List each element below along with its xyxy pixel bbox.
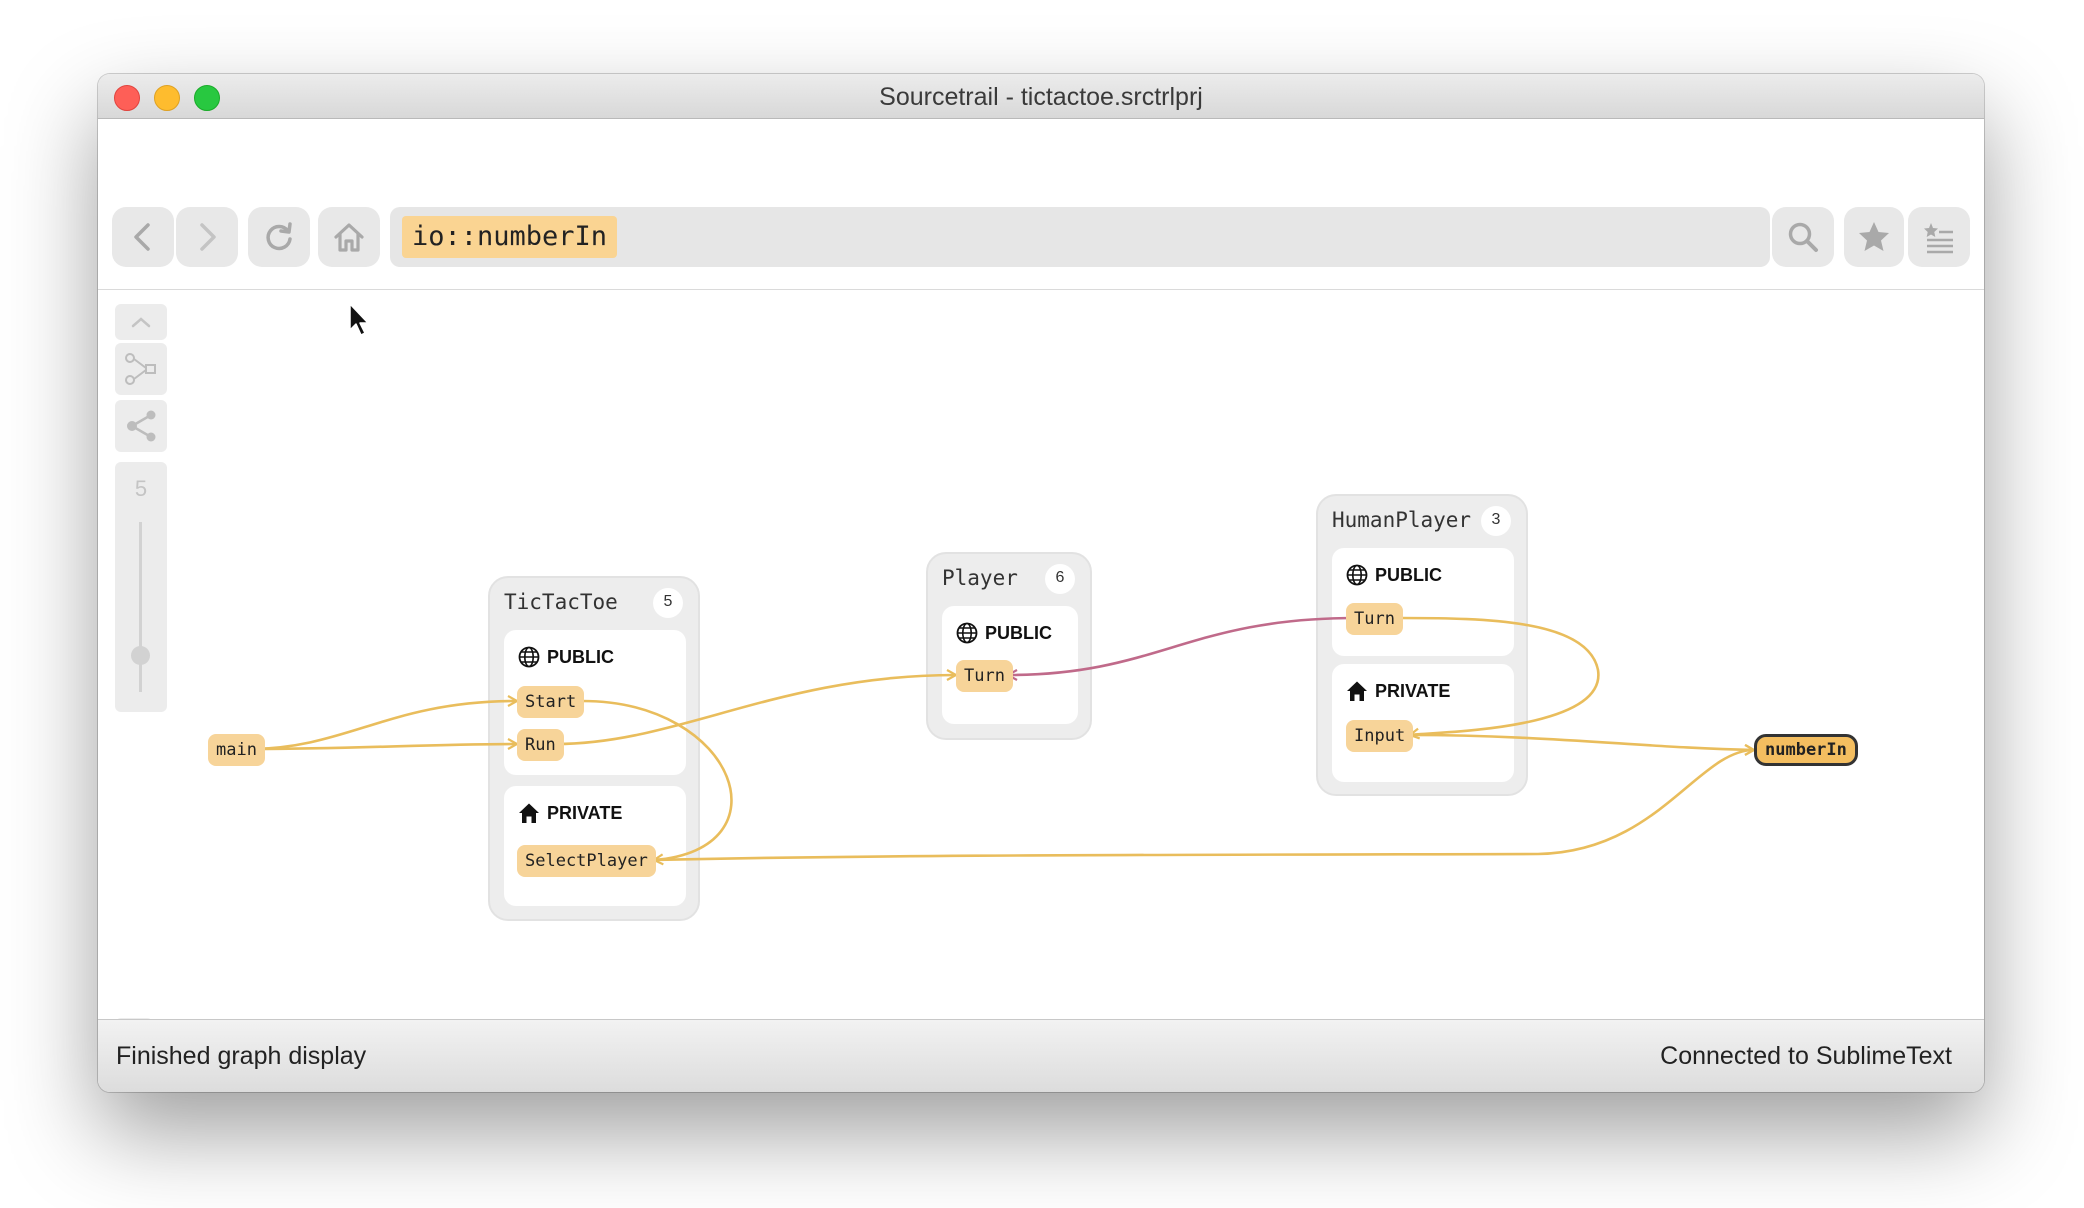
back-icon [134, 223, 150, 251]
edge-override-turn[interactable] [1008, 616, 1357, 675]
status-message: Finished graph display [116, 1042, 367, 1070]
search-icon [1788, 222, 1818, 252]
ide-connection-status: Connected to SublimeText [1660, 1042, 1952, 1070]
bookmark-list-icon [1924, 223, 1953, 254]
back-button[interactable] [112, 207, 174, 267]
home-button[interactable] [318, 207, 380, 267]
app-window: Sourcetrail - tictactoe.srctrlprj io::nu… [98, 74, 1984, 1092]
edge-input-numberin[interactable] [1409, 733, 1754, 750]
edge-turn-input[interactable] [1399, 616, 1600, 735]
search-bar[interactable]: io::numberIn [390, 207, 1770, 267]
window-title: Sourcetrail - tictactoe.srctrlprj [879, 83, 1203, 111]
bookmark-button[interactable] [1844, 207, 1904, 267]
graph-edges [247, 616, 1984, 1019]
node-tictactoe-start[interactable]: Start [517, 686, 585, 718]
node-player-turn[interactable]: Turn [956, 660, 1013, 692]
bookmark-list-button[interactable] [1908, 207, 1970, 267]
forward-button[interactable] [176, 207, 238, 267]
edge-main-start[interactable] [247, 701, 517, 751]
toolbar: io::numberIn [98, 119, 1984, 290]
graph-canvas[interactable]: 5 TicTacToe 5 PUBLIC PRIVATE Player 6 PU… [98, 290, 1984, 1092]
node-tictactoe-selectplayer[interactable]: SelectPlayer [517, 845, 656, 877]
home-icon [334, 223, 364, 252]
node-main[interactable]: main [208, 734, 265, 766]
bookmark-icon [1859, 222, 1889, 251]
node-humanplayer-input[interactable]: Input [1346, 720, 1414, 752]
search-button[interactable] [1772, 207, 1834, 267]
node-humanplayer-turn[interactable]: Turn [1346, 603, 1403, 635]
edge-run-player-turn[interactable] [555, 675, 956, 746]
edge-selectplayer-numberin[interactable] [653, 750, 1754, 862]
refresh-button[interactable] [248, 207, 310, 267]
title-bar: Sourcetrail - tictactoe.srctrlprj [98, 74, 1984, 119]
forward-icon [200, 223, 216, 251]
node-tictactoe-run[interactable]: Run [517, 729, 564, 761]
node-numberin-active[interactable]: numberIn [1754, 734, 1858, 766]
search-token[interactable]: io::numberIn [402, 216, 618, 258]
status-bar: Finished graph display Connected to Subl… [98, 1019, 1984, 1092]
edge-start-selectplayer[interactable] [581, 699, 733, 860]
refresh-icon [266, 222, 292, 251]
mouse-cursor-icon [349, 303, 369, 336]
